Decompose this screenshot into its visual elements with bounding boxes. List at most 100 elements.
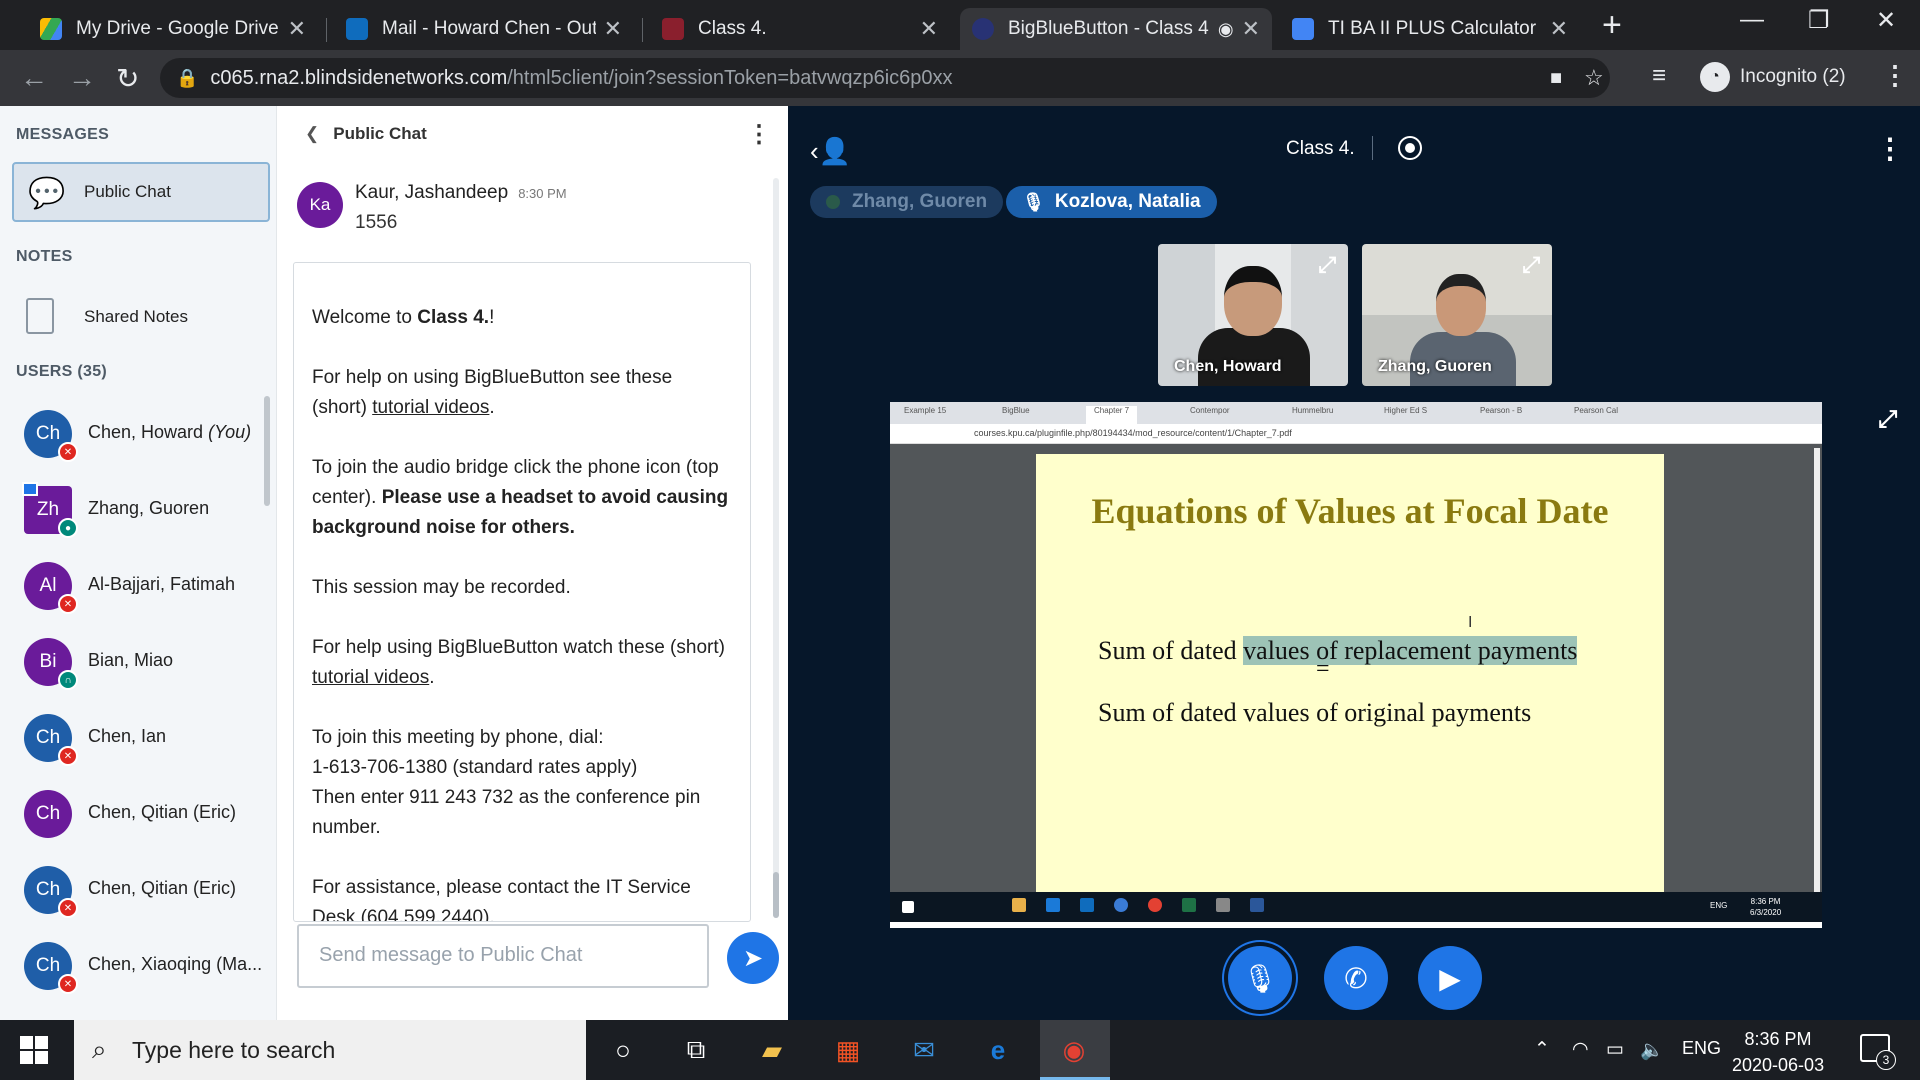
chat-message-input[interactable]: Send message to Public Chat: [297, 924, 709, 988]
edge-icon[interactable]: e: [980, 1032, 1016, 1068]
toggle-user-list-icon[interactable]: ‹👤: [810, 136, 851, 167]
close-tab-icon[interactable]: ✕: [604, 16, 622, 42]
video-camera-icon: ▶: [1439, 962, 1461, 994]
tutorial-videos-link[interactable]: tutorial videos: [312, 667, 429, 688]
close-tab-icon[interactable]: ✕: [1242, 16, 1260, 42]
tab-bigbluebutton[interactable]: BigBlueButton - Class 4 ◉ ✕: [960, 8, 1272, 50]
calculator-icon: [1216, 898, 1230, 912]
close-tab-icon[interactable]: ✕: [920, 16, 938, 42]
equals-sign: =: [1316, 656, 1330, 682]
talking-indicator[interactable]: Zhang, Guoren: [810, 186, 1004, 218]
close-window-icon[interactable]: ✕: [1876, 6, 1896, 35]
volume-icon[interactable]: 🔈: [1640, 1038, 1664, 1062]
address-bar[interactable]: 🔒 c065.rna2.blindsidenetworks.com/html5c…: [160, 58, 1610, 98]
incognito-indicator[interactable]: ◔ Incognito (2): [1700, 62, 1846, 92]
tab-class-4[interactable]: Class 4. ✕: [650, 8, 950, 50]
mic-icon: 🎙: [1022, 191, 1045, 212]
language-indicator[interactable]: ENG: [1682, 1038, 1721, 1059]
title-divider: [1372, 136, 1373, 160]
options-menu-icon[interactable]: ⋮: [1876, 132, 1904, 165]
recording-status-icon[interactable]: [1398, 136, 1422, 160]
slide-title: Equations of Values at Focal Date: [1091, 491, 1609, 531]
battery-icon[interactable]: ▭: [1606, 1038, 1624, 1061]
chrome-taskbar-button[interactable]: ◉: [1040, 1020, 1110, 1080]
edge-icon: [1046, 898, 1060, 912]
user-list-item[interactable]: Ch ✕ Chen, Howard (You): [0, 396, 265, 472]
sidebar-item-shared-notes[interactable]: Shared Notes: [0, 288, 270, 346]
incognito-label: Incognito (2): [1740, 66, 1846, 87]
sidebar-item-label: Public Chat: [84, 182, 171, 201]
tab-google-drive[interactable]: My Drive - Google Drive ✕: [28, 8, 318, 50]
talker-name: Zhang, Guoren: [852, 191, 988, 212]
mic-icon: ●: [58, 518, 78, 538]
user-list-item[interactable]: Ch Chen, Qitian (Eric): [0, 776, 265, 852]
forward-arrow-icon[interactable]: →: [68, 62, 96, 94]
sidebar-item-label: Shared Notes: [84, 307, 188, 326]
search-icon: ⌕: [92, 1034, 107, 1064]
file-explorer-icon[interactable]: ▰: [754, 1032, 790, 1068]
webcam-tile[interactable]: Zhang, Guoren ⤢: [1362, 244, 1552, 386]
screenshare-view[interactable]: Example 15 BigBlue Chapter 7 Contempor H…: [890, 402, 1822, 928]
user-list-item[interactable]: Bi ∩ Bian, Miao: [0, 624, 265, 700]
person-head: [1436, 274, 1486, 336]
chat-scrollbar[interactable]: [773, 178, 779, 918]
shared-taskbar: ENG 8:36 PM 6/3/2020: [890, 892, 1822, 922]
user-list-item[interactable]: Ch ✕ Chen, Xiaoqing (Ma...: [0, 928, 265, 1004]
sidebar-item-public-chat[interactable]: 💬 Public Chat: [12, 162, 270, 222]
mail-icon[interactable]: ✉: [906, 1032, 942, 1068]
user-list-item[interactable]: Ch ✕ Chen, Qitian (Eric): [0, 852, 265, 928]
taskbar-clock[interactable]: 8:36 PM 2020-06-03: [1732, 1026, 1824, 1078]
tutorial-videos-link[interactable]: tutorial videos: [372, 397, 489, 418]
shared-tab: Higher Ed S: [1384, 406, 1428, 415]
reload-icon[interactable]: ↻: [116, 62, 139, 95]
presentation-area: ‹👤 Class 4. ⋮ Zhang, Guoren 🎙 Kozlova, Na…: [788, 106, 1920, 1020]
webcam-tile[interactable]: Chen, Howard ⤢: [1158, 244, 1348, 386]
presenter-icon: [22, 482, 38, 496]
back-arrow-icon[interactable]: ←: [20, 62, 48, 94]
microsoft-store-icon[interactable]: ▦: [830, 1032, 866, 1068]
tab-ti-calculator[interactable]: TI BA II PLUS Calculator Sho ✕: [1280, 8, 1580, 50]
restore-icon[interactable]: ❐: [1808, 6, 1830, 35]
close-tab-icon[interactable]: ✕: [288, 16, 306, 42]
camera-blocked-icon[interactable]: ■: [1550, 67, 1562, 90]
chat-options-icon[interactable]: ⋮: [747, 120, 771, 149]
new-tab-button[interactable]: +: [1602, 6, 1622, 45]
cortana-icon[interactable]: ○: [605, 1032, 641, 1068]
person-head: [1224, 266, 1282, 336]
user-name: Chen, Qitian (Eric): [88, 878, 237, 898]
recording-indicator-icon: ◉: [1217, 18, 1234, 39]
media-control-icon[interactable]: ≡: [1652, 62, 1666, 90]
leave-audio-button[interactable]: ✆: [1324, 946, 1388, 1010]
user-list-item[interactable]: Zh ● Zhang, Guoren: [0, 472, 265, 548]
fullscreen-icon[interactable]: ⤢: [1878, 406, 1897, 434]
fullscreen-icon[interactable]: ⤢: [1318, 252, 1336, 278]
url-path: /html5client/join?sessionToken=batvwqzp6…: [507, 66, 953, 89]
task-view-icon[interactable]: ⧉: [678, 1032, 714, 1068]
outlook-icon: [346, 18, 368, 40]
user-list-item[interactable]: Ch ✕ Chen, Ian: [0, 700, 265, 776]
user-name: Bian, Miao: [88, 650, 174, 670]
tab-outlook-mail[interactable]: Mail - Howard Chen - Outlo ✕: [334, 8, 634, 50]
wifi-icon[interactable]: ◠: [1572, 1038, 1589, 1061]
chat-header[interactable]: ❮ Public Chat: [305, 124, 427, 144]
chevron-left-icon[interactable]: ❮: [305, 124, 319, 143]
dial-in-info: To join this meeting by phone, dial: 1-61…: [312, 727, 701, 838]
fullscreen-icon[interactable]: ⤢: [1522, 252, 1540, 278]
show-hidden-icons-icon[interactable]: ⌃: [1534, 1038, 1550, 1061]
close-tab-icon[interactable]: ✕: [1550, 16, 1568, 42]
clock-date: 2020-06-03: [1732, 1055, 1825, 1075]
minimize-icon[interactable]: —: [1740, 6, 1764, 34]
bookmark-star-icon[interactable]: ☆: [1584, 65, 1604, 91]
talking-indicator[interactable]: 🎙 Kozlova, Natalia: [1006, 186, 1217, 218]
users-heading: USERS (35): [16, 363, 108, 380]
mute-microphone-button[interactable]: 🎙: [1228, 946, 1292, 1010]
user-list-item[interactable]: Al ✕ Al-Bajjari, Fatimah: [0, 548, 265, 624]
user-list-scrollbar[interactable]: [264, 396, 270, 506]
windows-start-icon[interactable]: [20, 1036, 48, 1064]
taskbar-search-input[interactable]: ⌕ Type here to search: [74, 1020, 586, 1080]
share-webcam-button[interactable]: ▶: [1418, 946, 1482, 1010]
lock-icon: 🔒: [176, 67, 199, 88]
browser-menu-icon[interactable]: ⋮: [1882, 60, 1908, 91]
send-message-button[interactable]: ➤: [727, 932, 779, 984]
scrollbar-thumb[interactable]: [773, 872, 779, 918]
